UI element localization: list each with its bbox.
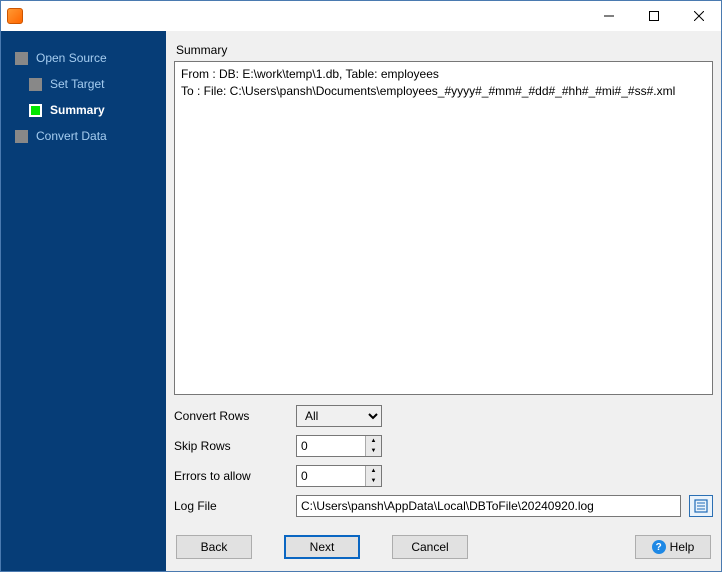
- app-window: Open Source Set Target Summary Convert D…: [0, 0, 722, 572]
- content: Open Source Set Target Summary Convert D…: [1, 31, 721, 571]
- errors-spinner: ▲ ▼: [296, 465, 382, 487]
- back-button[interactable]: Back: [176, 535, 252, 559]
- form-area: Convert Rows All Skip Rows ▲ ▼: [174, 395, 713, 525]
- step-marker-icon: [15, 130, 28, 143]
- errors-up[interactable]: ▲: [366, 466, 381, 476]
- step-marker-icon: [29, 104, 42, 117]
- errors-down[interactable]: ▼: [366, 476, 381, 486]
- convert-rows-select[interactable]: All: [296, 405, 382, 427]
- errors-label: Errors to allow: [174, 469, 288, 483]
- help-icon: ?: [652, 540, 666, 554]
- minimize-icon: [604, 11, 614, 21]
- button-bar: Back Next Cancel ? Help: [174, 525, 713, 563]
- step-label: Convert Data: [36, 129, 107, 143]
- logfile-label: Log File: [174, 499, 288, 513]
- sidebar: Open Source Set Target Summary Convert D…: [1, 31, 166, 571]
- next-button[interactable]: Next: [284, 535, 360, 559]
- errors-input[interactable]: [297, 466, 365, 486]
- step-label: Summary: [50, 103, 105, 117]
- minimize-button[interactable]: [586, 1, 631, 30]
- summary-label: Summary: [176, 43, 711, 57]
- row-convert-rows: Convert Rows All: [174, 405, 713, 427]
- skip-rows-spinner: ▲ ▼: [296, 435, 382, 457]
- skip-rows-label: Skip Rows: [174, 439, 288, 453]
- close-icon: [694, 11, 704, 21]
- cancel-button[interactable]: Cancel: [392, 535, 468, 559]
- summary-textarea[interactable]: From : DB: E:\work\temp\1.db, Table: emp…: [174, 61, 713, 395]
- titlebar: [1, 1, 721, 31]
- row-skip-rows: Skip Rows ▲ ▼: [174, 435, 713, 457]
- step-marker-icon: [15, 52, 28, 65]
- convert-rows-label: Convert Rows: [174, 409, 288, 423]
- step-label: Open Source: [36, 51, 107, 65]
- maximize-icon: [649, 11, 659, 21]
- window-controls: [586, 1, 721, 31]
- row-errors: Errors to allow ▲ ▼: [174, 465, 713, 487]
- help-button[interactable]: ? Help: [635, 535, 711, 559]
- skip-rows-down[interactable]: ▼: [366, 446, 381, 456]
- app-icon: [7, 8, 23, 24]
- main-panel: Summary From : DB: E:\work\temp\1.db, Ta…: [166, 31, 721, 571]
- maximize-button[interactable]: [631, 1, 676, 30]
- step-marker-icon: [29, 78, 42, 91]
- step-summary[interactable]: Summary: [1, 97, 166, 123]
- skip-rows-input[interactable]: [297, 436, 365, 456]
- skip-rows-up[interactable]: ▲: [366, 436, 381, 446]
- logfile-browse-button[interactable]: [689, 495, 713, 517]
- step-convert-data[interactable]: Convert Data: [1, 123, 166, 149]
- close-button[interactable]: [676, 1, 721, 30]
- step-open-source[interactable]: Open Source: [1, 45, 166, 71]
- browse-icon: [694, 499, 708, 513]
- help-label: Help: [670, 540, 695, 554]
- step-set-target[interactable]: Set Target: [1, 71, 166, 97]
- row-logfile: Log File: [174, 495, 713, 517]
- step-label: Set Target: [50, 77, 104, 91]
- logfile-input[interactable]: [296, 495, 681, 517]
- titlebar-left: [7, 8, 29, 24]
